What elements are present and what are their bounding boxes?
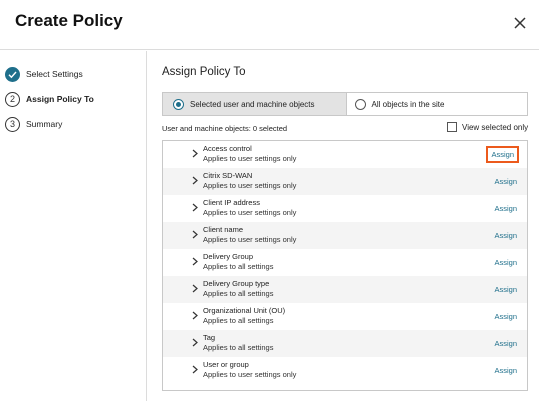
close-icon[interactable]	[510, 13, 530, 33]
object-type-name: Organizational Unit (OU)	[203, 306, 286, 315]
assign-link[interactable]: Assign	[494, 285, 517, 294]
chevron-right-icon[interactable]	[191, 230, 199, 239]
list-item-text: Delivery Group type Applies to all settin…	[203, 279, 273, 298]
assign-link[interactable]: Assign	[494, 312, 517, 321]
list-item-text: Access control Applies to user settings o…	[203, 144, 296, 163]
object-type-name: Access control	[203, 144, 252, 153]
object-type-scope: Applies to user settings only	[203, 207, 297, 217]
assign-link[interactable]: Assign	[486, 146, 519, 163]
assign-link[interactable]: Assign	[494, 366, 517, 375]
checkmark-icon	[5, 66, 20, 82]
list-item: User or group Applies to user settings on…	[163, 357, 527, 384]
list-item: Organizational Unit (OU) Applies to all s…	[163, 303, 527, 330]
assign-link[interactable]: Assign	[494, 177, 517, 186]
list-item: Client IP address Applies to user setting…	[163, 195, 527, 222]
list-item: Delivery Group Applies to all settings Ass…	[163, 249, 527, 276]
object-type-name: Delivery Group	[203, 252, 254, 261]
assign-link[interactable]: Assign	[494, 231, 517, 240]
chevron-right-icon[interactable]	[191, 149, 199, 158]
radio-unselected-icon	[354, 98, 366, 110]
chevron-right-icon[interactable]	[191, 284, 199, 293]
step-assign-policy-to[interactable]: 2 Assign Policy To	[5, 91, 94, 107]
list-item: Citrix SD-WAN Applies to user settings on…	[163, 168, 527, 195]
object-type-name: User or group	[203, 360, 249, 369]
step-number: 2	[5, 91, 20, 107]
chevron-right-icon[interactable]	[191, 311, 199, 320]
object-type-name: Client name	[203, 225, 244, 234]
list-item-text: User or group Applies to user settings on…	[203, 360, 296, 379]
object-type-scope: Applies to user settings only	[203, 234, 297, 244]
chevron-right-icon[interactable]	[191, 365, 199, 374]
scope-option-all-objects[interactable]: All objects in the site	[347, 93, 528, 115]
list-item-text: Tag Applies to all settings	[203, 333, 273, 352]
object-type-name: Client IP address	[203, 198, 260, 207]
radio-selected-icon	[173, 98, 184, 110]
steps-sidebar: Select Settings 2 Assign Policy To 3 Sum…	[0, 51, 147, 401]
object-type-scope: Applies to user settings only	[203, 369, 297, 379]
list-item-text: Citrix SD-WAN Applies to user settings on…	[203, 171, 296, 190]
view-selected-only-checkbox[interactable]: View selected only	[447, 122, 528, 132]
list-item-text: Organizational Unit (OU) Applies to all s…	[203, 306, 285, 325]
scope-option-label: Selected user and machine objects	[190, 99, 315, 109]
object-type-scope: Applies to user settings only	[203, 180, 297, 190]
selected-count-label: User and machine objects: 0 selected	[162, 124, 288, 133]
list-item-text: Delivery Group Applies to all settings	[203, 252, 273, 271]
step-label: Assign Policy To	[26, 94, 94, 104]
object-type-name: Delivery Group type	[203, 279, 270, 288]
object-type-scope: Applies to all settings	[203, 288, 274, 298]
list-item: Delivery Group type Applies to all settin…	[163, 276, 527, 303]
object-type-scope: Applies to all settings	[203, 342, 274, 352]
assign-link[interactable]: Assign	[494, 204, 517, 213]
step-label: Summary	[26, 119, 63, 129]
assign-link[interactable]: Assign	[494, 258, 517, 267]
chevron-right-icon[interactable]	[191, 257, 199, 266]
step-number: 3	[5, 116, 20, 132]
object-type-name: Citrix SD-WAN	[203, 171, 253, 180]
list-item: Tag Applies to all settings Assign	[163, 330, 527, 357]
step-select-settings[interactable]: Select Settings	[5, 66, 83, 82]
step-label: Select Settings	[26, 69, 83, 79]
chevron-right-icon[interactable]	[191, 176, 199, 185]
scope-option-label: All objects in the site	[371, 99, 445, 109]
list-item-text: Client IP address Applies to user setting…	[203, 198, 296, 217]
checkbox-icon	[447, 122, 457, 132]
object-type-list: Access control Applies to user settings o…	[162, 140, 528, 391]
assign-link[interactable]: Assign	[494, 339, 517, 348]
scope-selector: Selected user and machine objects All ob…	[162, 92, 528, 116]
list-item-text: Client name Applies to user settings only	[203, 225, 296, 244]
object-type-scope: Applies to user settings only	[203, 153, 297, 163]
dialog-header: Create Policy	[0, 0, 539, 50]
view-selected-only-label: View selected only	[462, 122, 529, 132]
object-type-scope: Applies to all settings	[203, 315, 274, 325]
list-item: Client name Applies to user settings only…	[163, 222, 527, 249]
object-type-name: Tag	[203, 333, 216, 342]
chevron-right-icon[interactable]	[191, 338, 199, 347]
section-title: Assign Policy To	[162, 66, 246, 78]
chevron-right-icon[interactable]	[191, 203, 199, 212]
step-summary[interactable]: 3 Summary	[5, 116, 62, 132]
dialog-title: Create Policy	[15, 11, 123, 30]
object-type-scope: Applies to all settings	[203, 261, 274, 271]
list-item: Access control Applies to user settings o…	[163, 141, 527, 168]
scope-option-selected-objects[interactable]: Selected user and machine objects	[163, 93, 347, 115]
